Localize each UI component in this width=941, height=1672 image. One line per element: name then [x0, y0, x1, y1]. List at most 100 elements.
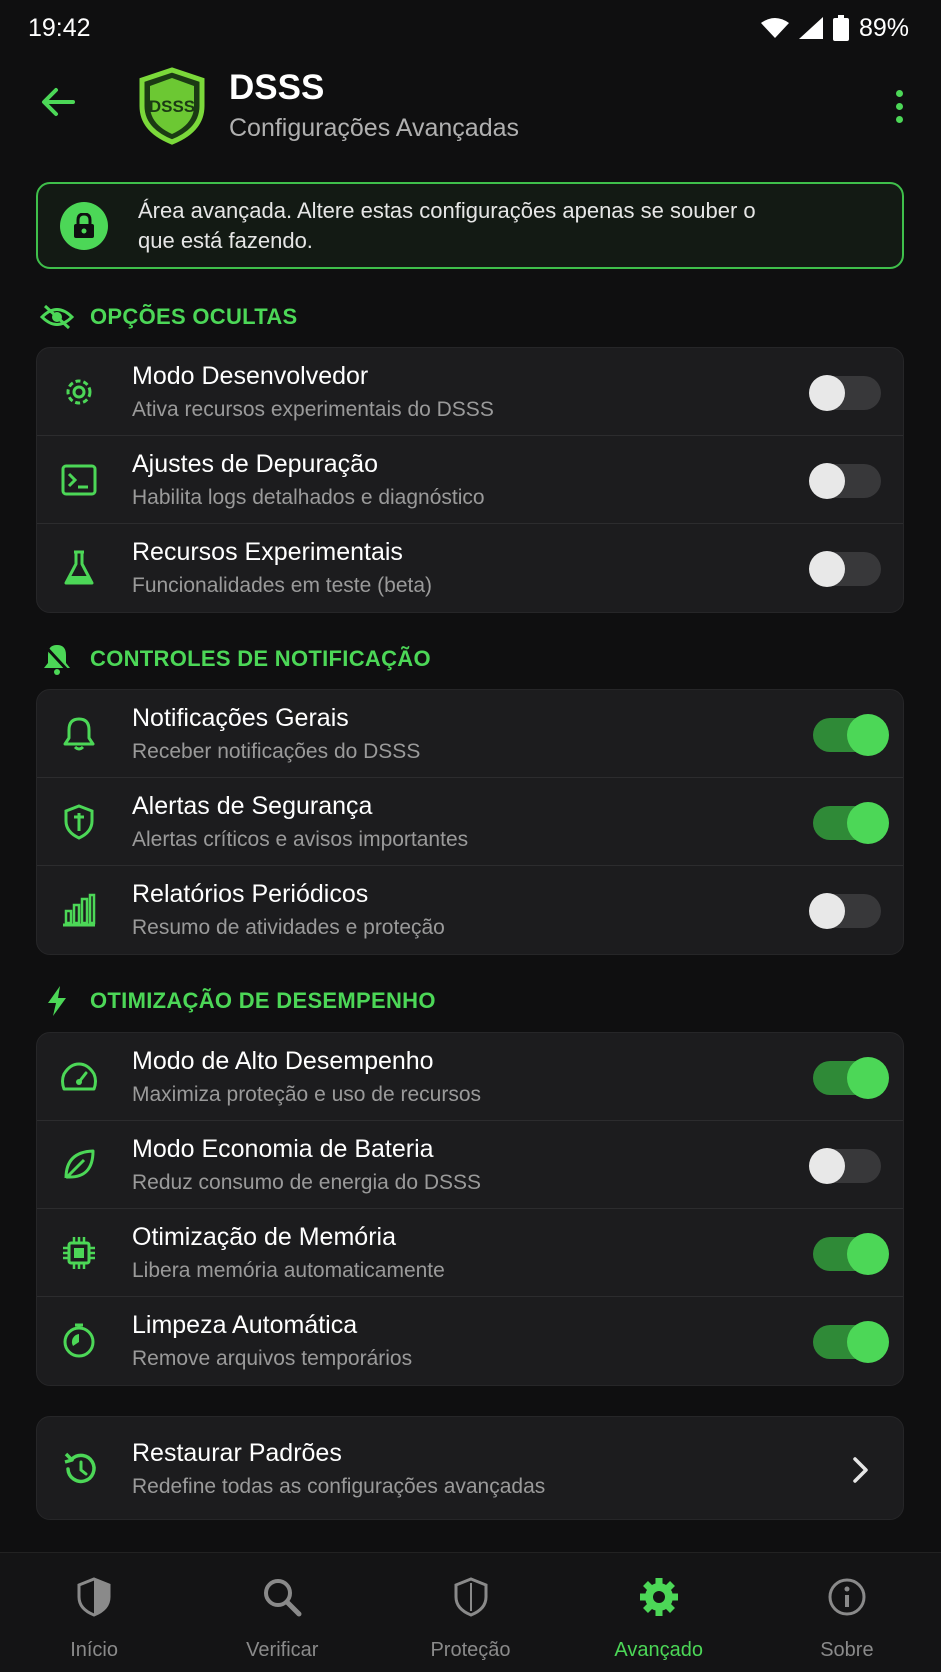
periodic-reports-toggle[interactable]	[809, 891, 881, 929]
nav-item-avancado[interactable]: Avançado	[565, 1553, 753, 1672]
setting-row-general-notifications[interactable]: Notificações Gerais Receber notificações…	[37, 690, 903, 778]
experimental-features-toggle[interactable]	[809, 549, 881, 587]
high-performance-toggle[interactable]	[809, 1057, 889, 1099]
setting-subtitle: Libera memória automaticamente	[132, 1259, 445, 1282]
speedometer-icon	[59, 1057, 99, 1097]
setting-row-periodic-reports[interactable]: Relatórios Periódicos Resumo de atividad…	[37, 866, 903, 954]
memory-optimization-toggle[interactable]	[809, 1233, 889, 1275]
app-bar: DSSS DSSS Configurações Avançadas	[0, 60, 941, 150]
setting-row-battery-saver[interactable]: Modo Economia de Bateria Reduz consumo d…	[37, 1121, 903, 1209]
leaf-icon	[59, 1145, 99, 1185]
nav-item-inicio[interactable]: Início	[0, 1553, 188, 1672]
shield-half-icon	[72, 1575, 116, 1619]
eye-off-icon	[40, 300, 74, 334]
shield-icon	[59, 802, 99, 842]
lightning-icon	[40, 984, 74, 1018]
setting-subtitle: Alertas críticos e avisos importantes	[132, 828, 469, 851]
developer-mode-toggle[interactable]	[809, 373, 881, 411]
battery-icon	[832, 15, 849, 41]
setting-row-auto-cleanup[interactable]: Limpeza Automática Remove arquivos tempo…	[37, 1297, 903, 1385]
setting-row-security-alerts[interactable]: Alertas de Segurança Alertas críticos e …	[37, 778, 903, 866]
setting-title: Alertas de Segurança	[132, 792, 373, 820]
card-hidden-options: Modo Desenvolvedor Ativa recursos experi…	[36, 347, 904, 613]
section-title: CONTROLES DE NOTIFICAÇÃO	[90, 646, 431, 671]
setting-row-debug-settings[interactable]: Ajustes de Depuração Habilita logs detal…	[37, 436, 903, 524]
warning-text: Área avançada. Altere estas configuraçõe…	[138, 197, 756, 253]
setting-row-developer-mode[interactable]: Modo Desenvolvedor Ativa recursos experi…	[37, 348, 903, 436]
chip-icon	[59, 1233, 99, 1273]
section-header-notification-controls: CONTROLES DE NOTIFICAÇÃO	[40, 642, 431, 676]
setting-row-memory-optimization[interactable]: Otimização de Memória Libera memória aut…	[37, 1209, 903, 1297]
shield-outline-icon	[449, 1575, 493, 1619]
setting-title: Modo Desenvolvedor	[132, 362, 369, 390]
chevron-right-icon	[847, 1455, 873, 1485]
restore-title: Restaurar Padrões	[132, 1439, 342, 1467]
clock-cleanup-icon	[59, 1321, 99, 1361]
bar-chart-icon	[59, 890, 99, 930]
setting-row-high-performance[interactable]: Modo de Alto Desempenho Maximiza proteçã…	[37, 1033, 903, 1121]
status-icons: 89%	[760, 14, 909, 43]
more-vertical-icon	[895, 89, 903, 97]
section-header-hidden-options: OPÇÕES OCULTAS	[40, 300, 298, 334]
nav-item-sobre[interactable]: Sobre	[753, 1553, 941, 1672]
security-alerts-toggle[interactable]	[809, 802, 889, 844]
setting-title: Otimização de Memória	[132, 1223, 396, 1251]
setting-title: Modo Economia de Bateria	[132, 1135, 434, 1163]
setting-title: Limpeza Automática	[132, 1311, 358, 1339]
setting-title: Modo de Alto Desempenho	[132, 1047, 434, 1075]
setting-subtitle: Remove arquivos temporários	[132, 1347, 413, 1370]
terminal-icon	[59, 460, 99, 500]
signal-icon	[798, 17, 823, 39]
card-notification-controls: Notificações Gerais Receber notificações…	[36, 689, 904, 955]
nav-label: Avançado	[614, 1639, 703, 1661]
status-bar: 19:42 89%	[0, 0, 941, 56]
nav-label: Sobre	[820, 1639, 874, 1661]
setting-title: Relatórios Periódicos	[132, 880, 369, 908]
app-logo: DSSS	[136, 66, 208, 146]
battery-saver-toggle[interactable]	[809, 1146, 881, 1184]
setting-subtitle: Funcionalidades em teste (beta)	[132, 574, 432, 597]
setting-subtitle: Habilita logs detalhados e diagnóstico	[132, 486, 485, 509]
restore-subtitle: Redefine todas as configurações avançada…	[132, 1475, 546, 1498]
nav-label: Proteção	[430, 1639, 511, 1661]
setting-subtitle: Receber notificações do DSSS	[132, 740, 421, 763]
section-title: OTIMIZAÇÃO DE DESEMPENHO	[90, 988, 436, 1013]
setting-subtitle: Ativa recursos experimentais do DSSS	[132, 398, 494, 421]
bottom-navigation: Início Verificar Proteção Avançado Sobre	[0, 1552, 941, 1672]
nav-label: Início	[70, 1639, 118, 1661]
setting-title: Recursos Experimentais	[132, 538, 403, 566]
gear-icon	[59, 372, 99, 412]
info-icon	[825, 1575, 869, 1619]
section-header-performance-optimization: OTIMIZAÇÃO DE DESEMPENHO	[40, 984, 436, 1018]
status-time: 19:42	[28, 13, 91, 42]
setting-subtitle: Resumo de atividades e proteção	[132, 916, 445, 939]
setting-row-experimental-features[interactable]: Recursos Experimentais Funcionalidades e…	[37, 524, 903, 612]
flask-icon	[59, 548, 99, 588]
debug-settings-toggle[interactable]	[809, 461, 881, 499]
setting-title: Notificações Gerais	[132, 704, 349, 732]
section-title: OPÇÕES OCULTAS	[90, 304, 298, 329]
bell-icon	[40, 642, 74, 676]
card-performance-optimization: Modo de Alto Desempenho Maximiza proteçã…	[36, 1032, 904, 1386]
general-notifications-toggle[interactable]	[809, 714, 889, 756]
gear-icon	[637, 1575, 681, 1619]
lock-icon	[60, 201, 108, 250]
bell-outline-icon	[59, 714, 99, 754]
setting-title: Ajustes de Depuração	[132, 450, 378, 478]
setting-subtitle: Maximiza proteção e uso de recursos	[132, 1083, 481, 1106]
wifi-icon	[760, 17, 789, 39]
restore-icon	[59, 1447, 103, 1491]
more-options-button[interactable]	[879, 84, 919, 128]
search-icon	[260, 1575, 304, 1619]
nav-label: Verificar	[246, 1639, 319, 1661]
arrow-left-icon	[41, 87, 75, 122]
app-subtitle: Configurações Avançadas	[229, 114, 520, 142]
restore-defaults-button[interactable]: Restaurar Padrões Redefine todas as conf…	[36, 1416, 904, 1520]
nav-item-verificar[interactable]: Verificar	[188, 1553, 376, 1672]
nav-item-protecao[interactable]: Proteção	[376, 1553, 564, 1672]
warning-banner: Área avançada. Altere estas configuraçõe…	[36, 182, 904, 269]
setting-subtitle: Reduz consumo de energia do DSSS	[132, 1171, 482, 1194]
auto-cleanup-toggle[interactable]	[809, 1321, 889, 1363]
app-title: DSSS	[229, 68, 325, 107]
back-button[interactable]	[36, 82, 80, 126]
